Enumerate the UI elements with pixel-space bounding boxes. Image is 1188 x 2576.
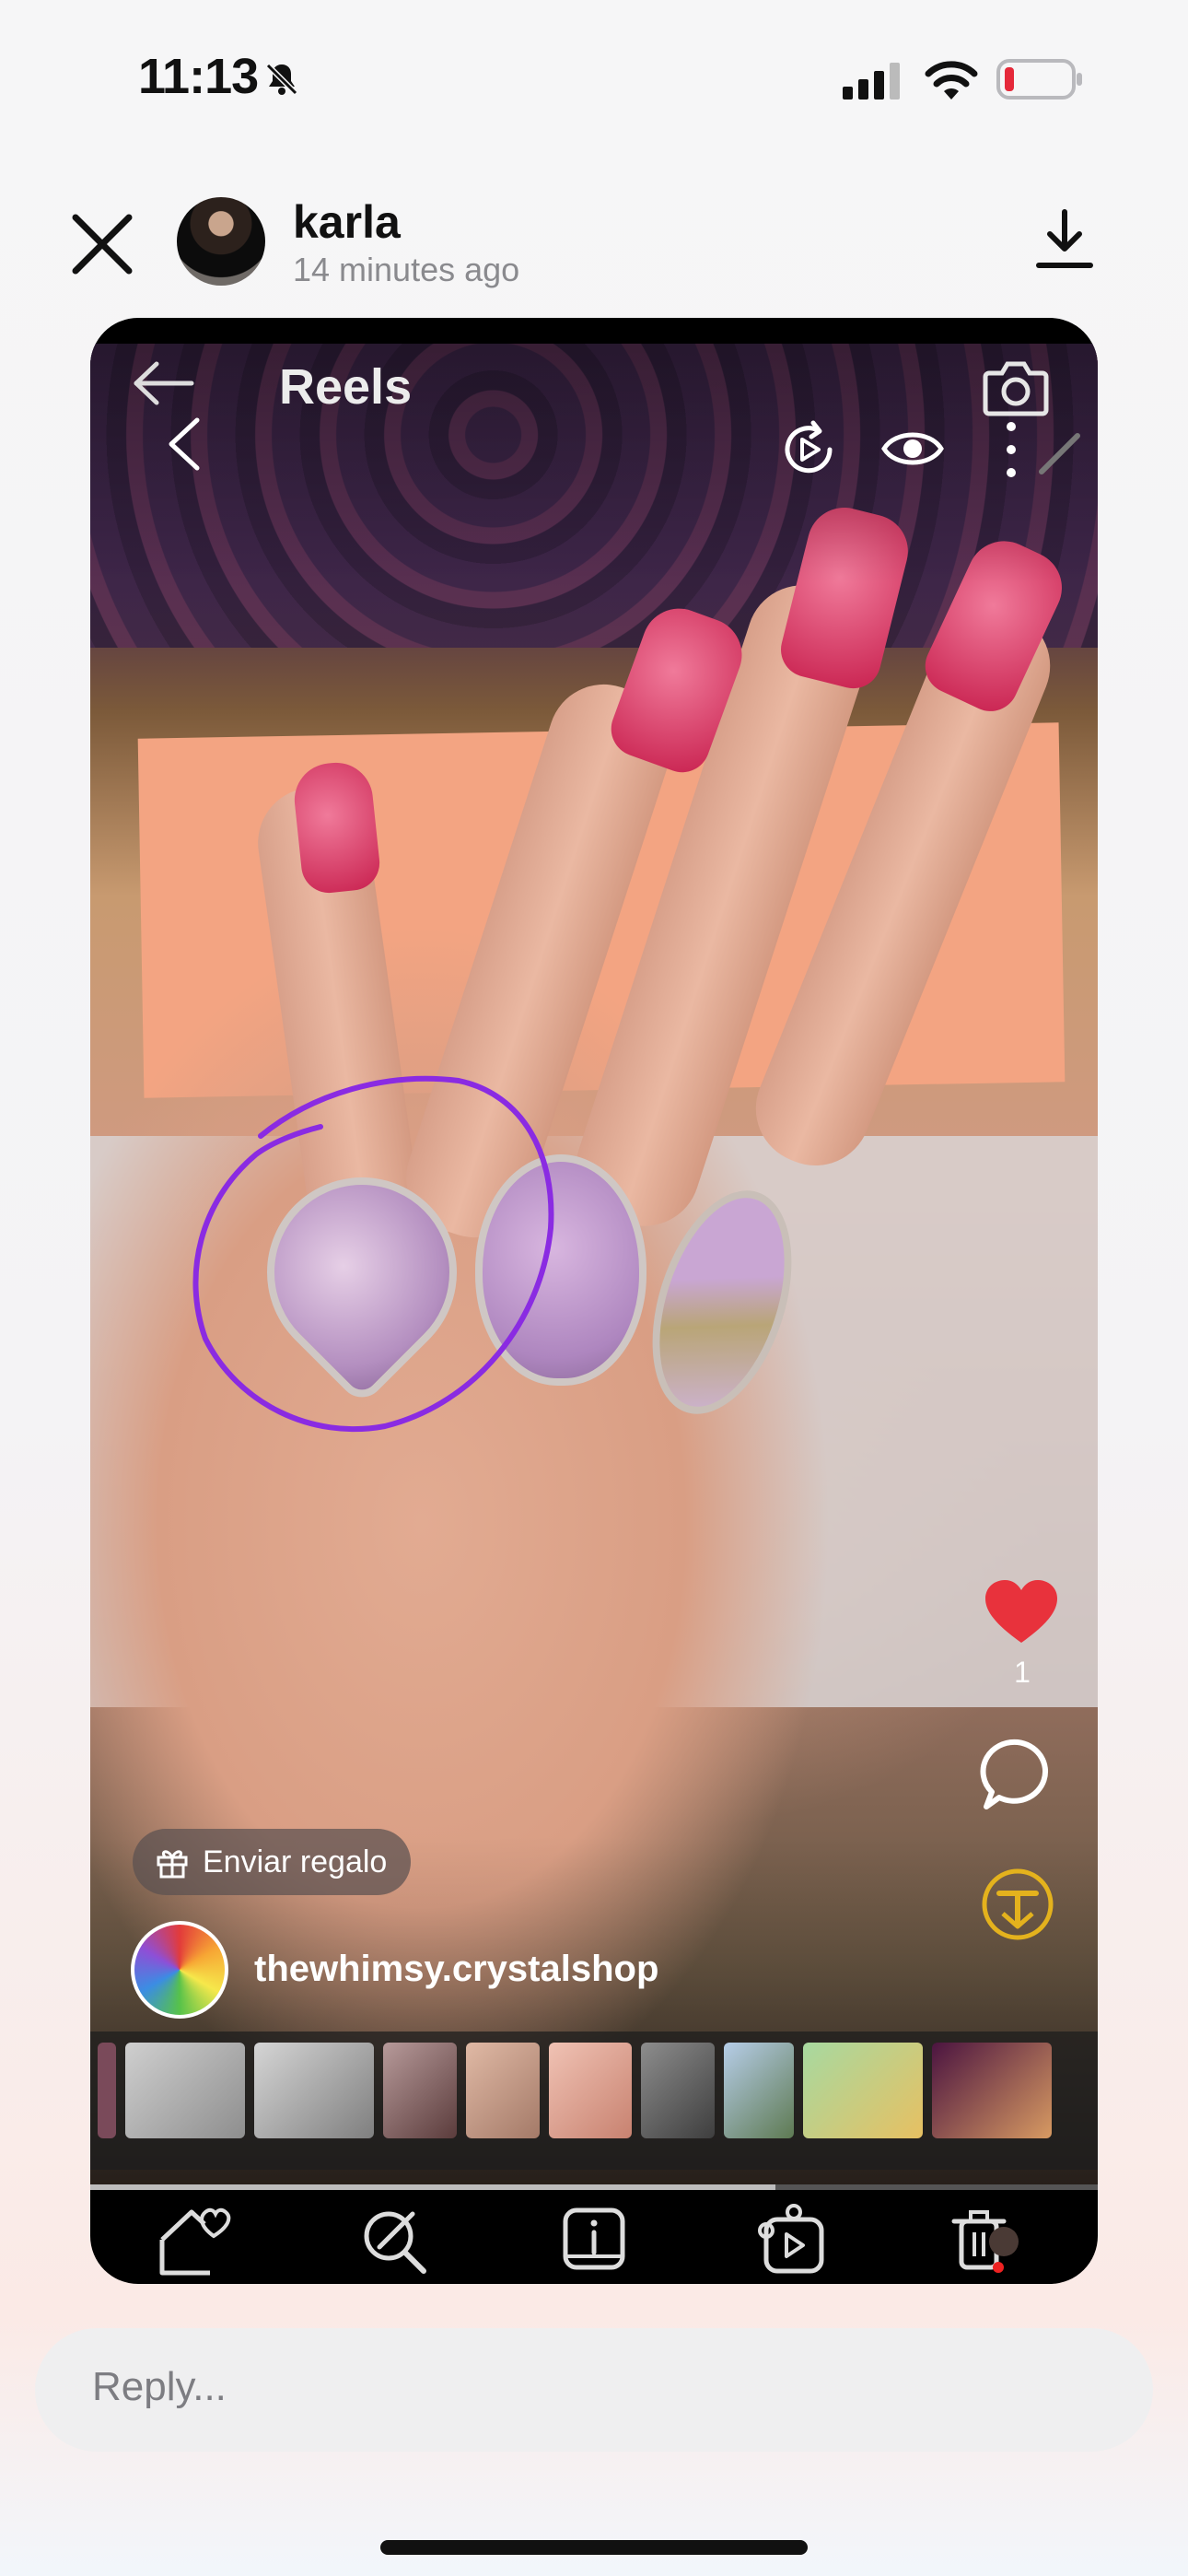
home-indicator[interactable] [380,2540,808,2555]
thumbnail[interactable] [803,2043,923,2138]
bottom-action-bar [90,2197,1098,2284]
gold-emblem-icon[interactable] [979,1866,1056,1943]
battery-low-icon [996,59,1082,100]
reel-progress-bar [90,2184,1098,2190]
trash-icon[interactable] [938,2199,1020,2278]
more-options-icon[interactable] [1002,419,1020,480]
reply-placeholder: Reply... [92,2364,227,2409]
avatar[interactable] [177,197,265,286]
back-chevron-icon[interactable] [164,415,206,474]
like-count: 1 [1014,1656,1031,1689]
timestamp: 14 minutes ago [293,251,520,288]
wifi-icon [925,61,978,100]
notification-dot [993,2262,1004,2273]
status-time: 11:13 [138,49,259,104]
home-heart-icon[interactable] [155,2199,238,2278]
thumbnail[interactable] [254,2043,374,2138]
thumbnail[interactable] [125,2043,245,2138]
bell-slash-icon [265,63,298,96]
reel-progress-fill [90,2184,775,2190]
eye-icon[interactable] [880,421,945,476]
teardrop-ring [475,1154,646,1386]
top-scrim [90,344,1098,583]
thumbnail[interactable] [549,2043,632,2138]
reel-thumbnail-strip[interactable] [90,2032,1098,2170]
thumbnail[interactable] [98,2043,116,2138]
pencil-icon[interactable] [1034,428,1085,479]
reels-title: Reels [279,359,413,415]
close-icon[interactable] [68,210,136,278]
account-name[interactable]: thewhimsy.crystalshop [254,1949,658,1990]
thumbnail[interactable] [932,2043,1052,2138]
search-edit-icon[interactable] [354,2199,437,2278]
thumbnail[interactable] [383,2043,457,2138]
info-icon[interactable] [553,2199,635,2278]
send-gift-label: Enviar regalo [203,1844,388,1879]
username[interactable]: karla [293,195,401,249]
send-gift-button[interactable]: Enviar regalo [133,1829,412,1895]
thumbnail[interactable] [466,2043,540,2138]
account-avatar[interactable] [131,1921,228,2019]
thumbnail[interactable] [724,2043,794,2138]
replay-icon[interactable] [776,417,841,482]
share-video-icon[interactable] [751,2199,834,2278]
download-icon[interactable] [1035,208,1094,269]
story-card: Reels 1 Enviar regalo thewhimsy.crystals… [90,318,1098,2284]
camera-icon[interactable] [982,357,1050,417]
cellular-signal-icon [843,63,900,100]
comment-icon[interactable] [979,1737,1056,1814]
gift-icon [157,1850,188,1879]
reel-photo [90,344,1098,2186]
reels-back-arrow-icon[interactable] [131,358,195,408]
like-heart-icon[interactable] [984,1578,1059,1646]
thumbnail[interactable] [641,2043,715,2138]
